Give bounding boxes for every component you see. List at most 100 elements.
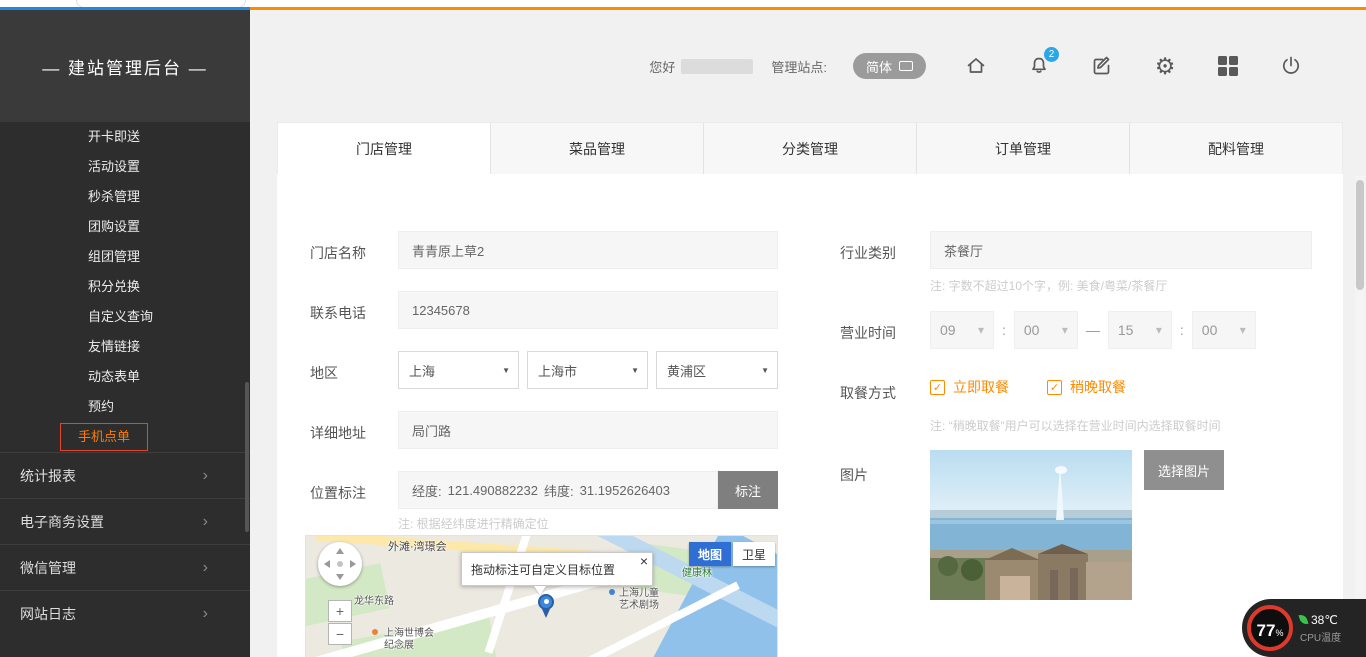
language-switch-button[interactable]: 简体 bbox=[853, 53, 926, 79]
open-hour-select[interactable]: 09 ▾ bbox=[930, 311, 994, 349]
store-photo bbox=[930, 450, 1132, 600]
sidebar-item-activity[interactable]: 活动设置 bbox=[0, 152, 250, 182]
sidebar-section-reports[interactable]: 统计报表 › bbox=[0, 452, 250, 498]
mark-location-button[interactable]: 标注 bbox=[718, 471, 778, 509]
store-name-input[interactable]: 青青原上草2 bbox=[398, 231, 778, 269]
satellite-mode-button[interactable]: 卫星 bbox=[733, 542, 775, 566]
leaf-icon bbox=[1298, 613, 1308, 626]
industry-input[interactable]: 茶餐厅 bbox=[930, 231, 1312, 269]
sidebar-section-label: 统计报表 bbox=[20, 466, 76, 486]
sidebar-item-groupbuy[interactable]: 团购设置 bbox=[0, 212, 250, 242]
map-widget[interactable]: 外滩·湾璟会 龙华东路 上海世博会 纪念展 上海儿童 艺术剧场 健康林 拖动标注… bbox=[305, 535, 778, 657]
address-input[interactable]: 局门路 bbox=[398, 411, 778, 449]
greeting-text: 您好 bbox=[649, 57, 675, 76]
pickup-options-row: ✓ 立即取餐 ✓ 稍晚取餐 bbox=[930, 377, 1126, 397]
later-pickup-option[interactable]: 稍晚取餐 bbox=[1070, 377, 1126, 397]
sidebar-item-seckill[interactable]: 秒杀管理 bbox=[0, 182, 250, 212]
address-label: 详细地址 bbox=[310, 423, 366, 443]
main-area: 您好 管理站点: 简体 2 ⚙ bbox=[250, 10, 1366, 657]
power-icon bbox=[1279, 54, 1303, 78]
region-label: 地区 bbox=[310, 363, 338, 383]
map-poi-icon bbox=[372, 629, 378, 635]
open-hour-value: 09 bbox=[940, 322, 956, 338]
logout-button[interactable] bbox=[1278, 53, 1304, 79]
location-label: 位置标注 bbox=[310, 483, 366, 503]
tab-dish-management[interactable]: 菜品管理 bbox=[491, 123, 704, 174]
sidebar-item-card-gift[interactable]: 开卡即送 bbox=[0, 122, 250, 152]
page-scrollbar[interactable] bbox=[1355, 176, 1365, 657]
tab-order-management[interactable]: 订单管理 bbox=[917, 123, 1130, 174]
sidebar-menu: 开卡即送 活动设置 秒杀管理 团购设置 组团管理 积分兑换 自定义查询 友情链接… bbox=[0, 122, 250, 452]
sidebar-item-mobile-order-label: 手机点单 bbox=[60, 423, 148, 451]
zoom-in-button[interactable]: + bbox=[328, 600, 352, 622]
sidebar-section-wechat[interactable]: 微信管理 › bbox=[0, 544, 250, 590]
caret-down-icon: ▾ bbox=[1240, 323, 1246, 337]
pan-right-icon[interactable] bbox=[350, 560, 356, 568]
cpu-temp-label: CPU温度 bbox=[1300, 629, 1341, 644]
chevron-right-icon: › bbox=[203, 513, 208, 531]
tab-store-management[interactable]: 门店管理 bbox=[278, 123, 491, 174]
later-pickup-checkbox[interactable]: ✓ bbox=[1047, 380, 1062, 395]
notifications-button[interactable]: 2 bbox=[1026, 53, 1052, 79]
pickup-note: 注: “稍晚取餐”用户可以选择在营业时间内选择取餐时间 bbox=[930, 417, 1221, 434]
pan-up-icon[interactable] bbox=[336, 548, 344, 554]
industry-note: 注: 字数不超过10个字，例: 美食/粤菜/茶餐厅 bbox=[930, 277, 1167, 294]
open-minute-value: 00 bbox=[1024, 322, 1040, 338]
sidebar-item-mobile-order[interactable]: 手机点单 bbox=[0, 422, 250, 452]
province-select[interactable]: 上海 ▼ bbox=[398, 351, 519, 389]
sidebar-section-sitelog[interactable]: 网站日志 › bbox=[0, 590, 250, 636]
map-pan-control[interactable] bbox=[318, 542, 362, 586]
chevron-right-icon: › bbox=[203, 605, 208, 623]
cpu-usage-value: 77 bbox=[1257, 621, 1276, 641]
sidebar-item-points[interactable]: 积分兑换 bbox=[0, 272, 250, 302]
sidebar: — 建站管理后台 — 开卡即送 活动设置 秒杀管理 团购设置 组团管理 积分兑换… bbox=[0, 10, 250, 657]
sidebar-item-custom-query[interactable]: 自定义查询 bbox=[0, 302, 250, 332]
sidebar-title: — 建站管理后台 — bbox=[0, 10, 250, 122]
pan-center-icon[interactable] bbox=[337, 561, 343, 567]
close-icon[interactable]: × bbox=[640, 553, 648, 569]
tab-category-management[interactable]: 分类管理 bbox=[704, 123, 917, 174]
sidebar-scrollbar[interactable] bbox=[245, 382, 249, 532]
system-monitor-overlay[interactable]: 77% 38℃ CPU温度 bbox=[1242, 599, 1366, 657]
open-minute-select[interactable]: 00 ▾ bbox=[1014, 311, 1078, 349]
pan-left-icon[interactable] bbox=[324, 560, 330, 568]
hours-label: 营业时间 bbox=[840, 323, 896, 343]
city-select[interactable]: 上海市 ▼ bbox=[527, 351, 648, 389]
phone-input[interactable]: 12345678 bbox=[398, 291, 778, 329]
home-button[interactable] bbox=[963, 53, 989, 79]
immediate-pickup-checkbox[interactable]: ✓ bbox=[930, 380, 945, 395]
apps-button[interactable] bbox=[1215, 53, 1241, 79]
choose-image-button[interactable]: 选择图片 bbox=[1144, 450, 1224, 490]
map-drag-tooltip: 拖动标注可自定义目标位置 × bbox=[461, 552, 653, 586]
scrollbar-thumb[interactable] bbox=[1356, 180, 1364, 290]
sidebar-item-booking[interactable]: 预约 bbox=[0, 392, 250, 422]
map-marker-tail bbox=[542, 609, 550, 618]
tab-bar: 门店管理 菜品管理 分类管理 订单管理 配料管理 bbox=[277, 122, 1343, 174]
browser-accent-line bbox=[250, 7, 1366, 10]
compose-button[interactable] bbox=[1089, 53, 1115, 79]
gear-icon: ⚙ bbox=[1155, 55, 1176, 78]
coordinates-field[interactable]: 经度: 121.490882232 纬度: 31.1952626403 bbox=[398, 471, 718, 509]
sidebar-item-groupteam[interactable]: 组团管理 bbox=[0, 242, 250, 272]
immediate-pickup-option[interactable]: 立即取餐 bbox=[953, 377, 1009, 397]
sidebar-section-ecommerce[interactable]: 电子商务设置 › bbox=[0, 498, 250, 544]
map-label-bund: 外滩·湾璟会 bbox=[388, 538, 447, 554]
sidebar-item-dynamic-form[interactable]: 动态表单 bbox=[0, 362, 250, 392]
close-minute-select[interactable]: 00 ▾ bbox=[1192, 311, 1256, 349]
sidebar-item-links[interactable]: 友情链接 bbox=[0, 332, 250, 362]
tab-ingredient-management[interactable]: 配料管理 bbox=[1130, 123, 1342, 174]
home-icon bbox=[964, 54, 988, 78]
browser-strip bbox=[0, 0, 1366, 10]
zoom-out-button[interactable]: − bbox=[328, 623, 352, 645]
phone-label: 联系电话 bbox=[310, 303, 366, 323]
caret-down-icon: ▾ bbox=[1156, 323, 1162, 337]
close-hour-select[interactable]: 15 ▾ bbox=[1108, 311, 1172, 349]
map-mode-button[interactable]: 地图 bbox=[689, 542, 731, 566]
image-label: 图片 bbox=[840, 465, 868, 485]
monitor-icon bbox=[899, 61, 913, 71]
pan-down-icon[interactable] bbox=[336, 574, 344, 580]
province-value: 上海 bbox=[409, 361, 435, 380]
settings-button[interactable]: ⚙ bbox=[1152, 53, 1178, 79]
caret-down-icon: ▼ bbox=[761, 366, 769, 375]
district-select[interactable]: 黄浦区 ▼ bbox=[656, 351, 778, 389]
